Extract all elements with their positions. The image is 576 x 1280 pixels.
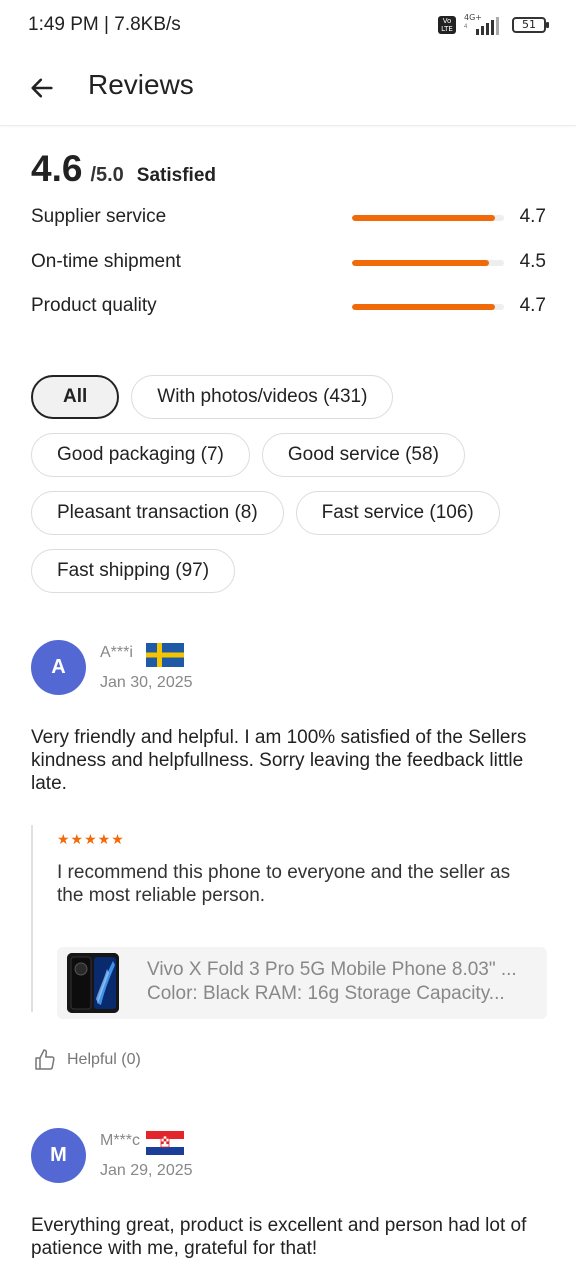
metric-on-time-shipment: On-time shipment 4.5 <box>31 247 546 277</box>
status-time: 1:49 PM | 7.8KB/s <box>28 14 181 35</box>
star-rating: ★★★★★ <box>57 831 125 847</box>
avatar: M <box>31 1128 86 1183</box>
product-variant: Color: Black RAM: 16g Storage Capacity..… <box>147 983 505 1004</box>
filter-chip-good-service[interactable]: Good service (58) <box>261 433 465 477</box>
metric-label: Supplier service <box>31 206 167 227</box>
metric-label: Product quality <box>31 295 157 316</box>
review-text: Everything great, product is excellent a… <box>31 1215 527 1259</box>
metric-bar <box>352 215 504 221</box>
back-button[interactable] <box>22 68 62 108</box>
product-thumbnail <box>67 953 119 1013</box>
filter-chip-good-packaging[interactable]: Good packaging (7) <box>31 433 250 477</box>
product-card[interactable]: Vivo X Fold 3 Pro 5G Mobile Phone 8.03" … <box>57 947 547 1019</box>
metric-label: On-time shipment <box>31 251 181 272</box>
filter-chips: All With photos/videos (431) Good packag… <box>31 375 551 607</box>
phone-image-icon <box>67 953 119 1013</box>
thumbs-up-icon <box>35 1049 55 1070</box>
filter-chip-pleasant-transaction[interactable]: Pleasant transaction (8) <box>31 491 284 535</box>
metric-value: 4.7 <box>519 295 546 316</box>
avatar: A <box>31 640 86 695</box>
review-date: Jan 30, 2025 <box>100 674 193 691</box>
filter-chip-photos-videos[interactable]: With photos/videos (431) <box>131 375 394 419</box>
metric-value: 4.7 <box>519 206 546 227</box>
followup-text: I recommend this phone to everyone and t… <box>57 862 511 906</box>
filter-chip-fast-shipping[interactable]: Fast shipping (97) <box>31 549 236 593</box>
battery-icon: 51 <box>512 17 549 33</box>
signal-icon: 4G+ 4 <box>464 13 504 35</box>
helpful-label: Helpful (0) <box>67 1051 141 1068</box>
metric-supplier-service: Supplier service 4.7 <box>31 202 546 232</box>
status-icons: Vo LTE 4G+ 4 51 <box>438 13 549 35</box>
page-title: Reviews <box>88 69 194 100</box>
product-title: Vivo X Fold 3 Pro 5G Mobile Phone 8.03" … <box>147 959 517 980</box>
metric-bar <box>352 260 504 266</box>
filter-chip-fast-service[interactable]: Fast service (106) <box>295 491 500 535</box>
status-bar: 1:49 PM | 7.8KB/s Vo LTE 4G+ 4 51 <box>0 0 576 52</box>
croatia-flag-icon <box>146 1131 184 1155</box>
review-text: Very friendly and helpful. I am 100% sat… <box>31 727 527 794</box>
filter-chip-all[interactable]: All <box>31 375 120 419</box>
review-item: M M***c Jan 29, 2025 Everything great, p… <box>31 1128 546 1278</box>
rating-max: /5.0 <box>90 164 124 186</box>
sweden-flag-icon <box>146 643 184 667</box>
reviewer-name: A***i <box>100 644 133 661</box>
review-item: A A***i Jan 30, 2025 Very friendly and h… <box>31 640 547 1072</box>
rating-label: Satisfied <box>136 165 216 186</box>
network-sub-label: 4 <box>464 24 468 30</box>
rating-summary: 4.6 /5.0 Satisfied <box>31 148 216 190</box>
metric-product-quality: Product quality 4.7 <box>31 291 546 321</box>
arrow-left-icon <box>31 78 53 98</box>
review-date: Jan 29, 2025 <box>100 1162 193 1179</box>
metric-bar <box>352 304 504 310</box>
reviewer-name: M***c <box>100 1132 141 1149</box>
followup-review: ★★★★★ I recommend this phone to everyone… <box>31 825 547 1019</box>
app-bar: Reviews <box>0 52 576 126</box>
metric-value: 4.5 <box>519 251 546 272</box>
volte-icon: Vo LTE <box>438 16 456 34</box>
helpful-button[interactable]: Helpful (0) <box>33 1048 141 1072</box>
rating-score: 4.6 <box>31 148 83 189</box>
